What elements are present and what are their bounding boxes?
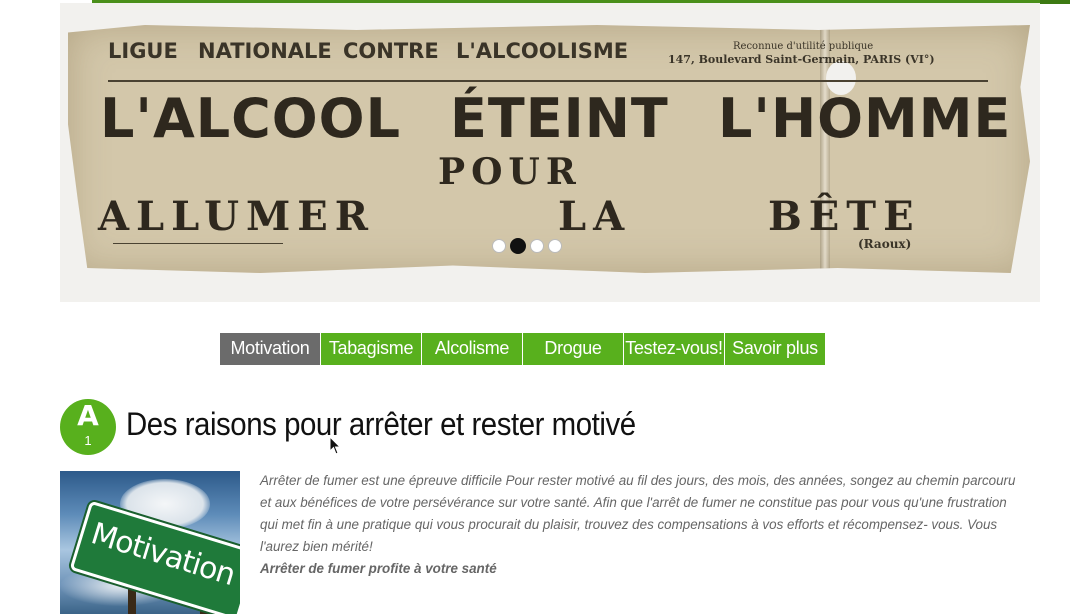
poster-header-word: L'ALCOOLISME	[456, 39, 629, 63]
poster-small-rule	[113, 243, 283, 244]
tab-tabagisme[interactable]: Tabagisme	[321, 333, 421, 365]
slider-dot[interactable]	[548, 239, 562, 253]
slider-dot[interactable]	[492, 239, 506, 253]
poster-header-word: CONTRE	[343, 39, 439, 63]
motivation-thumbnail: Motivation	[60, 471, 240, 614]
slider-pagination	[492, 238, 562, 254]
section-paragraph: Arrêter de fumer est une épreuve diffici…	[260, 473, 1016, 554]
section-title: Des raisons pour arrêter et rester motiv…	[126, 406, 636, 442]
poster-header-word: LIGUE	[108, 39, 178, 63]
tab-motivation[interactable]: Motivation	[220, 333, 320, 365]
poster-bottom-word: ALLUMER	[98, 193, 375, 240]
badge-number: 1	[84, 433, 92, 448]
category-tabs: Motivation Tabagisme Alcolisme Drogue Te…	[220, 333, 826, 365]
road-sign-text: Motivation	[87, 516, 239, 593]
tab-testez-vous[interactable]: Testez-vous!	[624, 333, 724, 365]
slider-dot[interactable]	[530, 239, 544, 253]
badge-letter: A	[77, 399, 99, 432]
poster-headline-word: L'ALCOOL	[100, 87, 401, 150]
tab-drogue[interactable]: Drogue	[523, 333, 623, 365]
poster-rule	[108, 80, 988, 82]
hero-slider[interactable]: LIGUE NATIONALE CONTRE L'ALCOOLISME Reco…	[60, 3, 1040, 302]
top-accent-cap	[1040, 0, 1070, 4]
poster-pour: POUR	[438, 151, 582, 193]
poster-address-line-2: 147, Boulevard Saint-Germain, PARIS (VI°…	[668, 53, 935, 66]
section-subheading: Arrêter de fumer profite à votre santé	[260, 561, 497, 576]
poster-headline-word: L'HOMME	[718, 87, 1012, 150]
poster-bottom-word: LA	[558, 193, 632, 240]
poster-header-word: NATIONALE	[198, 39, 332, 63]
poster-image: LIGUE NATIONALE CONTRE L'ALCOOLISME Reco…	[68, 25, 1030, 273]
poster-headline-word: ÉTEINT	[450, 87, 669, 150]
tab-alcolisme[interactable]: Alcolisme	[422, 333, 522, 365]
poster-address-line-1: Reconnue d'utilité publique	[733, 41, 874, 52]
mouse-cursor-icon	[329, 436, 341, 455]
section-badge: A 1	[60, 399, 116, 455]
slider-dot[interactable]	[510, 238, 526, 254]
poster-bottom-word: BÊTE	[768, 193, 921, 240]
poster-signature: (Raoux)	[858, 237, 912, 251]
tab-savoir-plus[interactable]: Savoir plus	[725, 333, 825, 365]
